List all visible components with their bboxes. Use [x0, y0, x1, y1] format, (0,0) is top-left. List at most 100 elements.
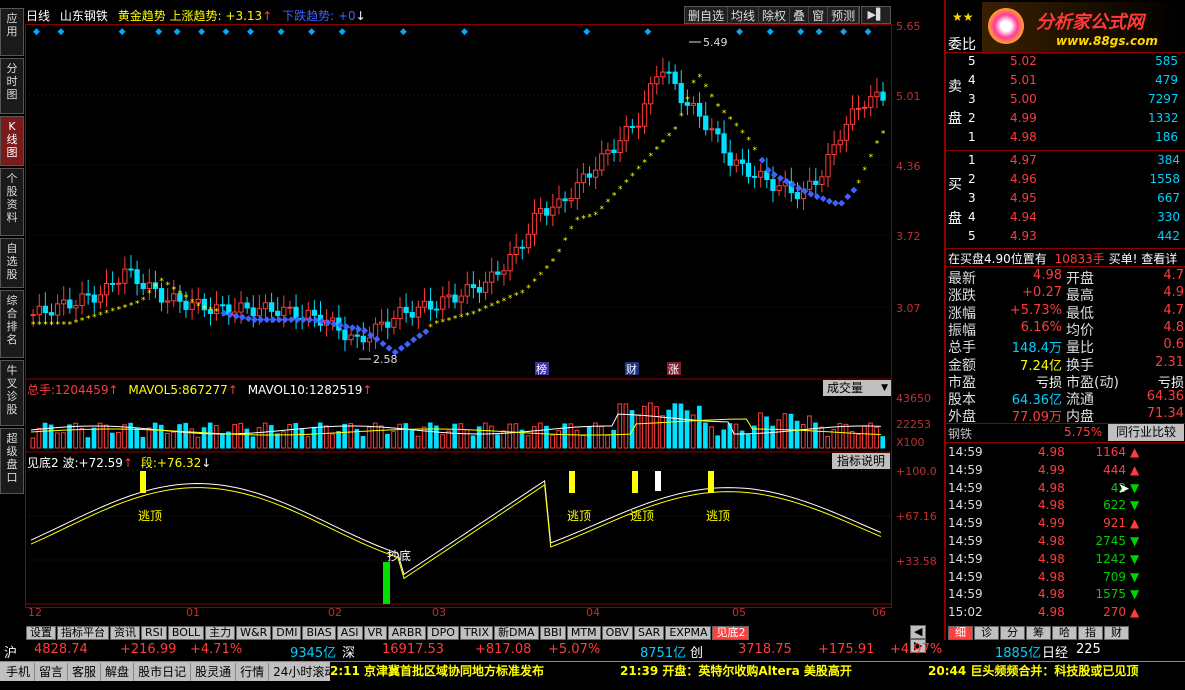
status-button[interactable]: 解盘	[101, 663, 135, 681]
indicator-tab[interactable]: DMI	[272, 626, 302, 640]
volume-dropdown[interactable]: 成交量 ▼	[823, 380, 891, 396]
left-tab[interactable]: 个 股 资 料	[0, 168, 24, 236]
indicator-tab[interactable]: BOLL	[167, 626, 205, 640]
big-order-more[interactable]: 查看详	[1141, 252, 1177, 266]
tab-scroll[interactable]: ◀▶	[910, 625, 944, 653]
mavol5-label: MAVOL5:	[128, 383, 182, 397]
tick-price: 4.99	[1038, 462, 1065, 477]
news-item[interactable]: 21:39 开盘：英特尔收购Altera 美股高开	[620, 662, 852, 680]
left-tab[interactable]: 应 用	[0, 8, 24, 56]
indicator-tab[interactable]: ASI	[336, 626, 363, 640]
candle-body	[751, 175, 758, 178]
period-label[interactable]: 日线	[26, 9, 50, 23]
news-item[interactable]: 2:11 京津冀首批区域协同地方标准发布	[330, 662, 544, 680]
trend-dot: *	[734, 122, 739, 132]
indicator-tab[interactable]: RSI	[141, 626, 167, 640]
status-button[interactable]: 股市日记	[134, 663, 192, 681]
quote-value: 7.24亿	[1020, 358, 1062, 374]
indicator-tab[interactable]: BIAS	[302, 626, 336, 640]
pin-icon[interactable]: ▌	[876, 8, 884, 21]
left-tab[interactable]: 超 级 盘 口	[0, 428, 24, 494]
indicator-axis-label: +100.0	[896, 465, 937, 478]
left-tab[interactable]: 分 时 图	[0, 58, 24, 114]
tick-volume: 709	[1103, 569, 1126, 584]
indicator-tab[interactable]: 主力	[205, 626, 236, 640]
volume-bar	[745, 434, 751, 449]
toolbar-nav[interactable]: ▶▌	[861, 6, 891, 24]
toolbar-button[interactable]: 除权	[759, 7, 791, 24]
scroll-left-icon[interactable]: ◀	[910, 625, 927, 639]
status-button[interactable]: 行情	[236, 663, 270, 681]
left-tab[interactable]: 综 合 排 名	[0, 290, 24, 358]
news-item[interactable]: 20:44 巨头频频合并：科技股或已见顶	[928, 662, 1138, 680]
low-annotation: 2.58	[373, 353, 398, 366]
tick-price: 4.98	[1038, 569, 1065, 584]
signal-diamond: ◆	[308, 27, 315, 37]
volume-bar	[605, 434, 610, 449]
indicator-help-button[interactable]: 指标说明	[832, 453, 890, 469]
indicator-tab[interactable]: DPO	[427, 626, 459, 640]
volume-bar	[807, 415, 812, 449]
divider	[944, 442, 1185, 443]
toolbar-button[interactable]: 叠	[790, 7, 810, 24]
indicator-tab[interactable]: 新DMA	[494, 626, 539, 640]
toolbar-button[interactable]: 窗	[809, 7, 829, 24]
indicator-tab[interactable]: 指标平台	[57, 626, 109, 640]
status-button[interactable]: 客服	[68, 663, 102, 681]
logo[interactable]: 分析家公式网 www.88gs.com	[982, 2, 1182, 54]
trend-dot: *	[483, 305, 488, 315]
price-axis-label: 4.36	[896, 160, 921, 173]
left-tab[interactable]: K 线 图	[0, 116, 24, 166]
mavol10-value: 1282519	[308, 383, 363, 397]
status-button[interactable]: 股灵通	[191, 663, 237, 681]
tick-price: 4.98	[1038, 498, 1065, 513]
trend-dot: *	[679, 112, 684, 122]
indicator-tab[interactable]: ARBR	[387, 626, 427, 640]
tick-time: 15:02	[948, 605, 983, 620]
kline-chart[interactable]: * * * * * * * * * * * * * * * * * * **** * * * * * * * * * ◆ ◆ ◆ ◆ ◆ ◆ ◆ ◆ ◆…	[25, 24, 895, 609]
indicator-name[interactable]: 黄金趋势	[118, 9, 166, 23]
indicator-tab[interactable]: SAR	[633, 626, 665, 640]
indicator-tab[interactable]: EXPMA	[665, 626, 712, 640]
volume-bar	[617, 403, 623, 449]
status-button[interactable]: 手机	[2, 663, 36, 681]
industry-compare-button[interactable]: 同行业比较	[1108, 424, 1184, 441]
left-tab[interactable]: 牛 叉 诊 股	[0, 360, 24, 426]
indicator-tab[interactable]: W&R	[236, 626, 272, 640]
candle-body	[648, 83, 654, 105]
indicator-tab[interactable]: VR	[363, 626, 387, 640]
signal-diamond: ◆	[840, 27, 847, 37]
volume-bar	[171, 431, 176, 449]
indicator-tab[interactable]: 设置	[26, 626, 56, 640]
indicator-tab[interactable]: 资讯	[110, 626, 140, 640]
indicator-tab[interactable]: 见底2	[712, 626, 750, 640]
indicator-tab[interactable]: TRIX	[459, 626, 494, 640]
indicator2-name[interactable]: 见底2	[27, 456, 59, 470]
play-icon[interactable]: ▶	[868, 8, 876, 21]
toolbar-button[interactable]: 均线	[728, 7, 760, 24]
left-tab[interactable]: 自 选 股	[0, 238, 24, 288]
volume-bar	[67, 424, 72, 449]
trend-dot: *	[869, 153, 874, 163]
up-arrow-icon: ↑	[108, 383, 119, 397]
indicator-tab[interactable]: BBI	[539, 626, 566, 640]
indicator-tab[interactable]: MTM	[566, 626, 601, 640]
signal-marker	[655, 471, 661, 491]
candle-body	[158, 288, 165, 303]
status-button[interactable]: 留言	[35, 663, 69, 681]
quote-value: 4.7	[1163, 302, 1184, 318]
indicator-tab[interactable]: OBV	[601, 626, 633, 640]
candle-body	[48, 312, 55, 316]
up-arrow-icon: ↑	[227, 383, 238, 397]
volume-bar	[525, 435, 531, 449]
trend-dot: *	[74, 319, 79, 329]
volume-axis-label: 22253	[896, 418, 931, 431]
sell-level: 5	[968, 54, 976, 68]
volume-bar	[158, 424, 164, 449]
big-order-notice[interactable]: 在买盘4.90位置有 10833手 买单! 查看详	[948, 250, 1177, 267]
event-badge-label: 榜	[536, 362, 547, 376]
news-ticker[interactable]: 2:11 京津冀首批区域协同地方标准发布 21:39 开盘：英特尔收购Alter…	[330, 662, 1185, 682]
tick-volume: 2745	[1095, 534, 1126, 548]
toolbar-button[interactable]: 删自选	[685, 7, 729, 24]
toolbar-button[interactable]: 预测	[828, 7, 860, 24]
